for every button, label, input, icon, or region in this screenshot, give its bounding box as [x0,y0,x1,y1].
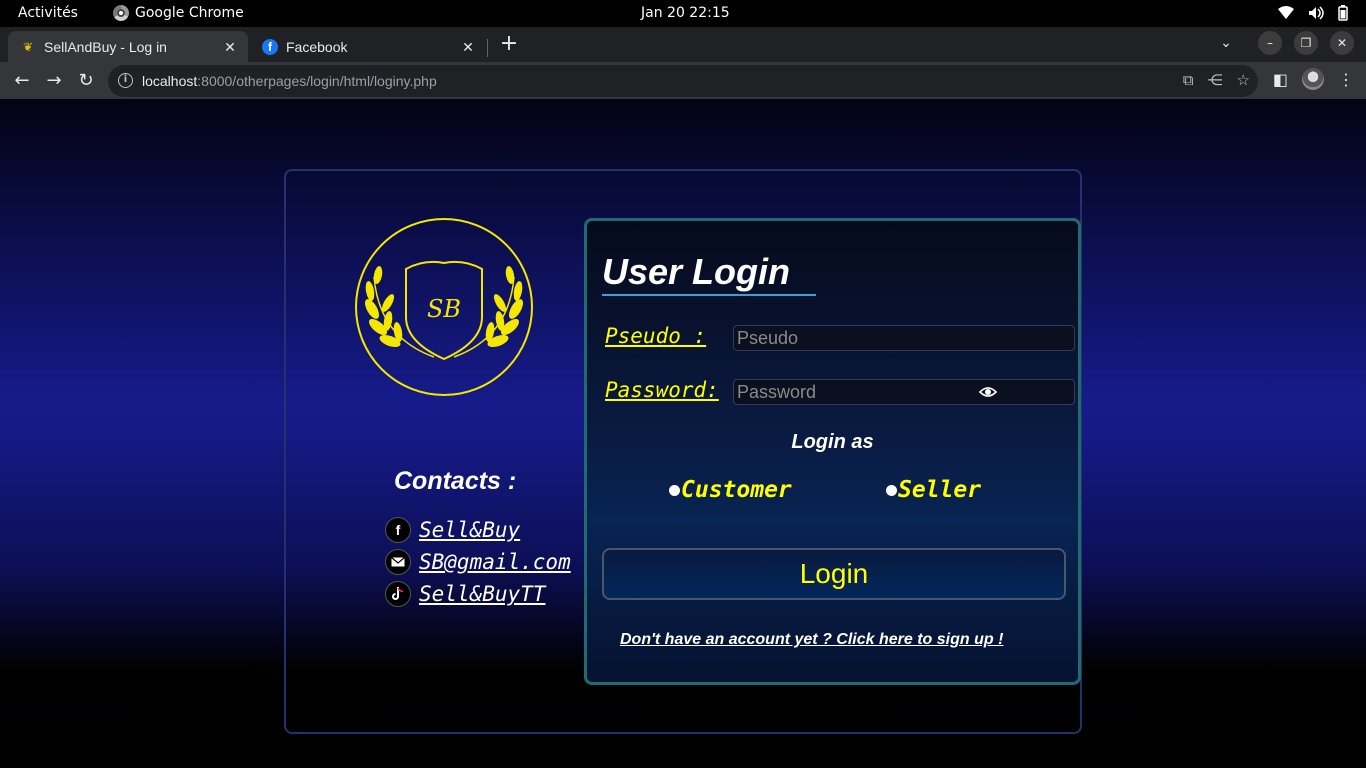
login-panel: User Login Pseudo : Password: Login as C… [584,218,1081,685]
tab-search-icon[interactable]: ⌄ [1214,31,1238,55]
app-menu[interactable]: Google Chrome [113,5,244,21]
contact-facebook[interactable]: f Sell&Buy [385,517,520,543]
contact-tiktok[interactable]: Sell&BuyTT [385,581,545,607]
tab-separator [487,39,488,57]
customer-radio-label[interactable]: Customer [681,477,792,503]
profile-avatar[interactable] [1302,68,1324,90]
battery-icon [1338,5,1348,21]
bookmark-star-icon[interactable]: ☆ [1237,71,1250,89]
chrome-icon [113,5,129,21]
system-top-bar: Activités Google Chrome Jan 20 22:15 [0,0,1366,27]
new-tab-button[interactable]: + [498,33,520,55]
minimize-button[interactable]: – [1258,31,1282,55]
facebook-icon: f [385,517,411,543]
pseudo-input[interactable] [734,326,1074,350]
title-underline [602,294,816,296]
omnibox-actions: ⧉ ⋲ ☆ [1183,71,1250,89]
system-tray[interactable] [1278,5,1348,21]
translate-icon[interactable]: ⧉ [1183,71,1194,89]
contact-link-facebook[interactable]: Sell&Buy [419,518,520,542]
tab-facebook[interactable]: f Facebook ✕ [250,31,486,62]
mail-icon [385,549,411,575]
close-tab-icon[interactable]: ✕ [220,37,240,57]
contact-email[interactable]: SB@gmail.com [385,549,571,575]
menu-kebab-icon[interactable]: ⋮ [1338,70,1354,89]
contact-link-email[interactable]: SB@gmail.com [419,550,571,574]
login-as-label: Login as [791,431,874,453]
customer-radio[interactable] [669,484,680,496]
password-field[interactable] [733,379,1075,405]
toolbar-actions: ◧ ⋮ [1273,68,1354,90]
tab-title: SellAndBuy - Log in [44,38,167,55]
seller-radio-label[interactable]: Seller [898,477,981,503]
reload-icon[interactable]: ↻ [73,68,99,94]
facebook-icon: f [262,38,278,55]
address-bar[interactable]: i localhost:8000/otherpages/login/html/l… [108,65,1258,97]
activities-button[interactable]: Activités [18,5,78,21]
url-text[interactable]: localhost:8000/otherpages/login/html/log… [142,73,437,89]
contact-link-tiktok[interactable]: Sell&BuyTT [419,582,545,606]
signup-link[interactable]: Don't have an account yet ? Click here t… [620,631,1003,649]
logo-monogram: SB [427,295,461,323]
share-icon[interactable]: ⋲ [1208,71,1223,89]
role-seller-option[interactable]: Seller [886,477,981,503]
site-info-icon[interactable]: i [118,73,133,88]
tab-strip: ❦ SellAndBuy - Log in ✕ f Facebook ✕ + ⌄… [0,27,1366,62]
back-icon[interactable]: ← [9,68,35,94]
sellandbuy-logo: SB [355,218,533,396]
browser-toolbar: ← → ↻ i localhost:8000/otherpages/login/… [0,62,1366,99]
forward-icon[interactable]: → [41,68,67,94]
tiktok-icon [385,581,411,607]
close-tab-icon[interactable]: ✕ [458,37,478,57]
laurel-icon: ❦ [22,39,34,54]
login-button[interactable]: Login [602,548,1066,600]
side-panel-icon[interactable]: ◧ [1273,70,1288,89]
pseudo-label: Pseudo : [605,324,707,348]
clock[interactable]: Jan 20 22:15 [641,5,730,21]
password-input[interactable] [734,380,1074,404]
role-customer-option[interactable]: Customer [669,477,792,503]
tab-title: Facebook [286,38,348,55]
seller-radio[interactable] [886,484,897,496]
maximize-button[interactable]: ❐ [1294,31,1318,55]
password-label: Password: [605,378,719,402]
tab-sellandbuy[interactable]: ❦ SellAndBuy - Log in ✕ [8,31,248,62]
login-title: User Login [602,251,791,292]
app-name: Google Chrome [135,5,244,21]
pseudo-field[interactable] [733,325,1075,351]
volume-icon [1309,6,1324,20]
window-controls: ⌄ – ❐ ✕ [1214,31,1354,55]
wifi-icon [1278,6,1294,19]
close-window-button[interactable]: ✕ [1330,31,1354,55]
show-password-eye-icon[interactable] [979,383,997,401]
contacts-title: Contacts : [394,467,517,495]
